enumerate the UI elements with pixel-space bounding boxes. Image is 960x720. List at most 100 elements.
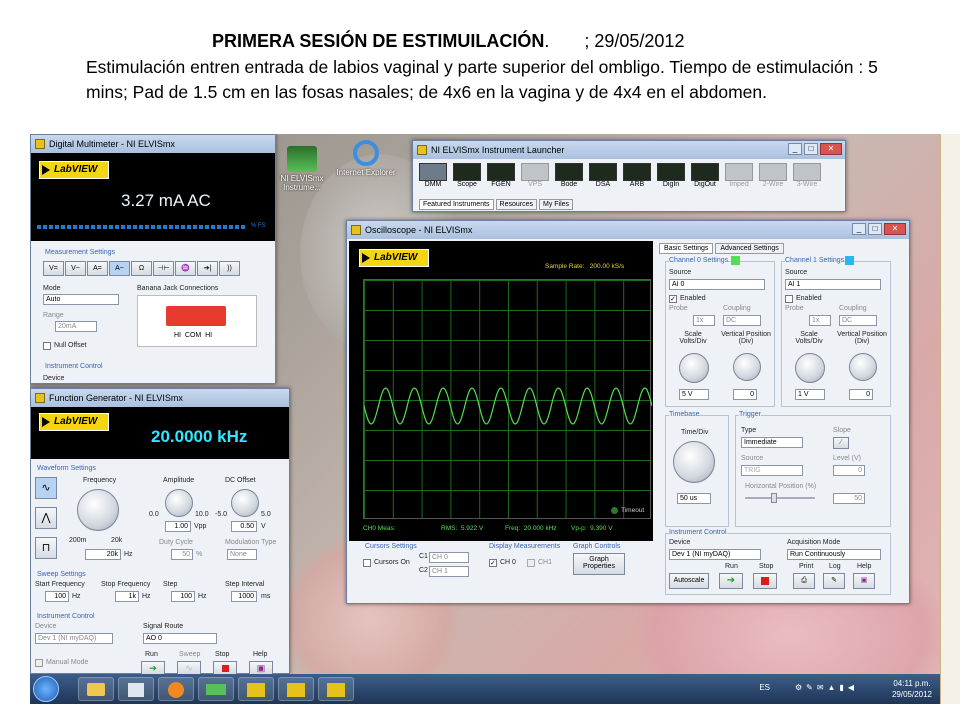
ch1-scale-knob[interactable]	[795, 353, 825, 383]
taskbar-app-2[interactable]	[118, 677, 154, 701]
trigger-source-select[interactable]: TRIG	[741, 465, 803, 476]
amplitude-input[interactable]: 1.00	[165, 521, 191, 532]
time-div-select[interactable]: 50 us	[677, 493, 711, 504]
taskbar-media[interactable]	[158, 677, 194, 701]
cursors-on-checkbox[interactable]	[363, 559, 371, 567]
taskbar-labview-2[interactable]	[278, 677, 314, 701]
ch0-enabled-checkbox[interactable]: ✓	[669, 295, 677, 303]
launcher-titlebar[interactable]: NI ELVISmx Instrument Launcher _ □ ✕	[413, 141, 845, 159]
scope-print-button[interactable]: ⎙	[793, 573, 815, 589]
ch0-vpos-knob[interactable]	[733, 353, 761, 381]
ch1-scale-select[interactable]: 1 V	[795, 389, 825, 400]
ohm-button[interactable]: Ω	[131, 261, 152, 276]
tab-resources[interactable]: Resources	[495, 199, 537, 210]
scope-log-button[interactable]: ✎	[823, 573, 845, 589]
square-wave-button[interactable]: ⊓	[35, 537, 57, 559]
tool-arb[interactable]: ARB	[623, 163, 651, 188]
sine-wave-button[interactable]: ∿	[35, 477, 57, 499]
mode-select[interactable]: Auto	[43, 294, 119, 305]
dc-offset-input[interactable]: 0.50	[231, 521, 257, 532]
desktop-icon-elvis[interactable]: NI ELVISmx Instrume...	[272, 146, 332, 192]
fgen-window[interactable]: Function Generator - NI ELVISmx LabVIEW …	[30, 388, 290, 675]
maximize-button[interactable]: □	[868, 223, 882, 235]
tool-bode[interactable]: Bode	[555, 163, 583, 188]
level-input[interactable]: 0	[833, 465, 865, 476]
scope-plot[interactable]	[363, 279, 652, 519]
taskbar-labview-3[interactable]	[318, 677, 354, 701]
fgen-help-button[interactable]: ▣	[249, 661, 273, 675]
manual-mode-checkbox[interactable]	[35, 659, 43, 667]
language-indicator[interactable]: ES	[759, 683, 770, 692]
ch1-enabled-checkbox[interactable]	[785, 295, 793, 303]
amplitude-knob[interactable]	[165, 489, 193, 517]
null-offset-checkbox[interactable]	[43, 342, 51, 350]
graph-properties-button[interactable]: Graph Properties	[573, 553, 625, 575]
signal-route-select[interactable]: AO 0	[143, 633, 217, 644]
scope-window[interactable]: Oscilloscope - NI ELVISmx _ □ ✕ LabVIEW Sa…	[346, 220, 910, 604]
taskbar-clock[interactable]: 04:11 p.m. 29/05/2012	[892, 678, 932, 700]
dc-offset-knob[interactable]	[231, 489, 259, 517]
taskbar-explorer[interactable]	[78, 677, 114, 701]
tool-digin[interactable]: DigIn	[657, 163, 685, 188]
ac-volt-button[interactable]: V~	[65, 261, 86, 276]
step-interval-input[interactable]: 1000	[231, 591, 257, 602]
desktop-icon-ie[interactable]: Internet Explorer	[336, 140, 396, 177]
dmm-titlebar[interactable]: Digital Multimeter - NI ELVISmx	[31, 135, 275, 153]
triangle-wave-button[interactable]: ⋀	[35, 507, 57, 529]
ch0-coupling-select[interactable]: DC	[723, 315, 761, 326]
hpos-slider[interactable]	[745, 497, 815, 499]
tool-fgen[interactable]: FGEN	[487, 163, 515, 188]
ch0-probe-select[interactable]: 1x	[693, 315, 715, 326]
ch1-vpos-knob[interactable]	[849, 353, 877, 381]
ch0-scale-knob[interactable]	[679, 353, 709, 383]
fgen-sweep-button[interactable]: ∿	[177, 661, 201, 675]
tool-dmm[interactable]: DMM	[419, 163, 447, 188]
taskbar-elvis[interactable]	[198, 677, 234, 701]
minimize-button[interactable]: _	[788, 143, 802, 155]
autoscale-button[interactable]: Autoscale	[669, 573, 709, 589]
maximize-button[interactable]: □	[804, 143, 818, 155]
dmm-window[interactable]: Digital Multimeter - NI ELVISmx LabVIEW …	[30, 134, 276, 384]
ch1-source-select[interactable]: AI 1	[785, 279, 881, 290]
ch0-meas-checkbox[interactable]: ✓	[489, 559, 497, 567]
tool-imped[interactable]: Imped	[725, 163, 753, 188]
continuity-button[interactable]: ))	[219, 261, 240, 276]
duty-cycle-input[interactable]: 50	[171, 549, 193, 560]
tool-2wire[interactable]: 2-Wire	[759, 163, 787, 188]
fgen-run-button[interactable]: ➔	[141, 661, 165, 675]
ch0-scale-select[interactable]: 5 V	[679, 389, 709, 400]
modulation-select[interactable]: None	[227, 549, 257, 560]
ch0-source-select[interactable]: AI 0	[669, 279, 765, 290]
scope-help-button[interactable]: ▣	[853, 573, 875, 589]
taskbar-labview-1[interactable]	[238, 677, 274, 701]
time-div-knob[interactable]	[673, 441, 715, 483]
launcher-window[interactable]: NI ELVISmx Instrument Launcher _ □ ✕ DMM S…	[412, 140, 846, 212]
hpos-input[interactable]: 50	[833, 493, 865, 504]
c1-select[interactable]: CH 0	[429, 552, 469, 563]
frequency-input[interactable]: 20k	[85, 549, 121, 560]
dc-amp-button[interactable]: A=	[87, 261, 108, 276]
scope-titlebar[interactable]: Oscilloscope - NI ELVISmx _ □ ✕	[347, 221, 909, 239]
tool-3wire[interactable]: 3-Wire	[793, 163, 821, 188]
ch1-vpos-input[interactable]: 0	[849, 389, 873, 400]
fgen-device-select[interactable]: Dev 1 (NI myDAQ)	[35, 633, 113, 644]
acq-mode-select[interactable]: Run Continuously	[787, 549, 881, 560]
minimize-button[interactable]: _	[852, 223, 866, 235]
ch1-probe-select[interactable]: 1x	[809, 315, 831, 326]
tool-vps[interactable]: VPS	[521, 163, 549, 188]
slope-button[interactable]: ⁄	[833, 437, 849, 449]
close-button[interactable]: ✕	[884, 223, 906, 235]
scope-device-select[interactable]: Dev 1 (NI myDAQ)	[669, 549, 761, 560]
tool-dsa[interactable]: DSA	[589, 163, 617, 188]
stop-freq-input[interactable]: 1k	[115, 591, 139, 602]
range-select[interactable]: 20mA	[55, 321, 97, 332]
diode-button[interactable]: ➔|	[197, 261, 218, 276]
fgen-stop-button[interactable]	[213, 661, 237, 675]
step-input[interactable]: 100	[171, 591, 195, 602]
trigger-type-select[interactable]: Immediate	[741, 437, 803, 448]
inductance-button[interactable]: ♒	[175, 261, 196, 276]
ac-amp-button[interactable]: A~	[109, 261, 130, 276]
c2-select[interactable]: CH 1	[429, 566, 469, 577]
tab-my-files[interactable]: My Files	[539, 199, 574, 210]
tab-featured[interactable]: Featured Instruments	[419, 199, 494, 210]
